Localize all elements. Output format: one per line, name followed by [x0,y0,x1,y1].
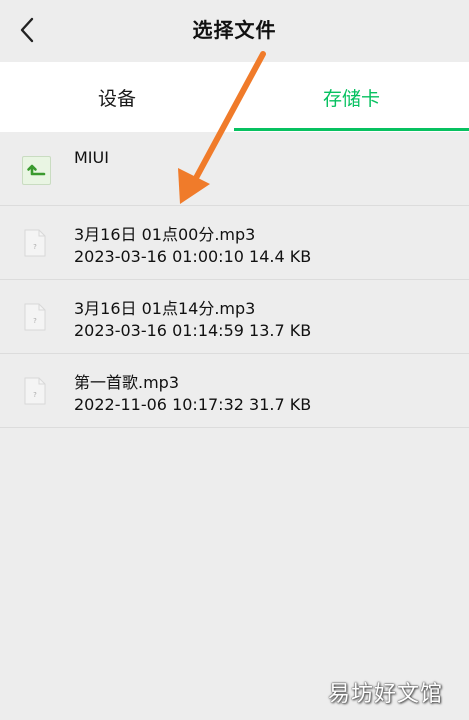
page-title: 选择文件 [192,18,277,42]
svg-text:?: ? [33,391,37,399]
active-tab-indicator [234,128,469,131]
file-size: 14.4 KB [249,247,312,266]
tab-sd-card[interactable]: 存储卡 [234,62,469,132]
tab-bar: 设备 存储卡 [0,62,469,132]
file-icon: ? [24,229,46,257]
file-size: 31.7 KB [249,395,312,414]
list-item-folder[interactable]: MIUI [0,132,469,206]
file-meta: 2022-11-06 10:17:32 31.7 KB [74,395,311,414]
watermark: 易坊好文馆 [327,682,443,707]
file-icon: ? [24,377,46,405]
file-list: MIUI ? 3月16日 01点00分.mp3 2023-03-16 01:00… [0,132,469,428]
file-meta: 2023-03-16 01:14:59 13.7 KB [74,321,311,340]
list-item[interactable]: ? 第一首歌.mp3 2022-11-06 10:17:32 31.7 KB [0,354,469,428]
tab-device[interactable]: 设备 [0,62,234,132]
file-name: 3月16日 01点14分.mp3 [74,299,256,318]
file-size: 13.7 KB [249,321,312,340]
file-date: 2023-03-16 01:00:10 [74,247,244,266]
list-item[interactable]: ? 3月16日 01点14分.mp3 2023-03-16 01:14:59 1… [0,280,469,354]
header: 选择文件 [0,0,469,62]
file-name: 第一首歌.mp3 [74,373,180,392]
svg-text:?: ? [33,243,37,251]
file-date: 2023-03-16 01:14:59 [74,321,244,340]
svg-text:?: ? [33,317,37,325]
file-meta: 2023-03-16 01:00:10 14.4 KB [74,247,311,266]
list-item[interactable]: ? 3月16日 01点00分.mp3 2023-03-16 01:00:10 1… [0,206,469,280]
folder-up-icon [22,156,51,185]
file-date: 2022-11-06 10:17:32 [74,395,244,414]
file-icon: ? [24,303,46,331]
file-name: 3月16日 01点00分.mp3 [74,225,256,244]
folder-name: MIUI [74,148,109,167]
